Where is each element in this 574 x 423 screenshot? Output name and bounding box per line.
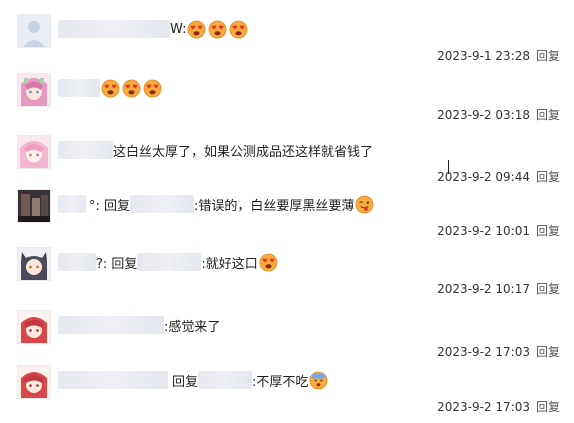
reply-button[interactable]: 回复 [536, 282, 560, 296]
heart-eyes-emoji [187, 20, 206, 39]
red-hair-avatar-icon [18, 311, 50, 343]
reply-prefix: 回复 [172, 374, 199, 390]
comment-item: °: 回复 :错误的，白丝要厚黑丝要薄 2023-9-2 10:01 回复 [0, 189, 574, 247]
comment-text: :就好这口 [201, 256, 258, 272]
reply-button[interactable]: 回复 [536, 170, 560, 184]
cat-girl-avatar-icon [18, 248, 50, 280]
comment-meta: 2023-9-1 23:28 回复 [437, 47, 560, 64]
anime-avatar-icon [18, 74, 50, 106]
comment-text: :不厚不吃 [252, 374, 309, 390]
avatar[interactable] [17, 365, 51, 399]
comment-text: W: [170, 21, 187, 37]
comment-item: 这白丝太厚了，如果公测成品还这样就省钱了 2023-9-2 09:44 回复 [0, 135, 574, 193]
reply-button[interactable]: 回复 [536, 108, 560, 122]
red-hair-avatar-icon [18, 366, 50, 398]
avatar[interactable] [17, 73, 51, 107]
avatar[interactable] [17, 310, 51, 344]
blurred-username [58, 195, 86, 213]
photo-avatar-icon [18, 190, 50, 222]
heart-eyes-emoji [259, 253, 278, 272]
comment-meta: 2023-9-2 17:03 回复 [437, 343, 560, 360]
reply-prefix: ?: 回复 [96, 256, 138, 272]
heart-eyes-emoji [143, 79, 162, 98]
blurred-username [58, 316, 164, 334]
comment-date: 2023-9-2 10:01 [437, 224, 530, 238]
reply-button[interactable]: 回复 [536, 345, 560, 359]
heart-eyes-emoji [229, 20, 248, 39]
blurred-reply-target[interactable] [198, 371, 253, 389]
default-avatar-icon [18, 15, 50, 47]
blurred-reply-target[interactable] [137, 253, 202, 271]
reply-prefix: °: 回复 [89, 198, 131, 214]
comment-date: 2023-9-2 17:03 [437, 400, 530, 414]
avatar[interactable] [17, 189, 51, 223]
heart-eyes-emoji [101, 79, 120, 98]
comment-text: 这白丝太厚了，如果公测成品还这样就省钱了 [113, 144, 374, 160]
heart-eyes-emoji [208, 20, 227, 39]
comment-text: :感觉来了 [164, 319, 221, 335]
comment-line: W: [58, 17, 249, 41]
comment-item: 回复 :不厚不吃 2023-9-2 17:03 回复 [0, 365, 574, 423]
avatar[interactable] [17, 14, 51, 48]
blurred-reply-target[interactable] [130, 195, 195, 213]
anime-avatar-icon [18, 136, 50, 168]
comment-meta: 2023-9-2 03:18 回复 [437, 106, 560, 123]
comment-item: ?: 回复 :就好这口 2023-9-2 10:17 回复 [0, 247, 574, 305]
comment-item: :感觉来了 2023-9-2 17:03 回复 [0, 310, 574, 368]
sweat-emoji [309, 371, 328, 390]
reply-button[interactable]: 回复 [536, 400, 560, 414]
tongue-out-emoji [355, 195, 374, 214]
blurred-username [58, 141, 113, 159]
comment-meta: 2023-9-2 17:03 回复 [437, 398, 560, 415]
comment-date: 2023-9-2 17:03 [437, 345, 530, 359]
blurred-username [58, 371, 168, 389]
avatar[interactable] [17, 247, 51, 281]
comment-line: 回复 :不厚不吃 [58, 368, 329, 392]
comment-meta: 2023-9-2 10:01 回复 [437, 222, 560, 239]
comment-date: 2023-9-2 03:18 [437, 108, 530, 122]
reply-button[interactable]: 回复 [536, 49, 560, 63]
comment-line: ?: 回复 :就好这口 [58, 250, 279, 274]
blurred-username [58, 20, 170, 38]
blurred-username [58, 253, 96, 271]
comment-item: 2023-9-2 03:18 回复 [0, 73, 574, 131]
comment-item: W: 2023-9-1 23:28 回复 [0, 14, 574, 72]
reply-button[interactable]: 回复 [536, 224, 560, 238]
blurred-username [58, 79, 100, 97]
comment-meta: 2023-9-2 10:17 回复 [437, 280, 560, 297]
text-cursor [448, 160, 449, 174]
avatar[interactable] [17, 135, 51, 169]
comment-text: :错误的，白丝要厚黑丝要薄 [194, 198, 355, 214]
comment-date: 2023-9-2 09:44 [437, 170, 530, 184]
comment-line [58, 76, 163, 100]
comment-line: :感觉来了 [58, 313, 220, 337]
comment-date: 2023-9-1 23:28 [437, 49, 530, 63]
comment-line: 这白丝太厚了，如果公测成品还这样就省钱了 [58, 138, 373, 162]
comment-line: °: 回复 :错误的，白丝要厚黑丝要薄 [58, 192, 375, 216]
comment-meta: 2023-9-2 09:44 回复 [437, 168, 560, 185]
comment-date: 2023-9-2 10:17 [437, 282, 530, 296]
heart-eyes-emoji [122, 79, 141, 98]
